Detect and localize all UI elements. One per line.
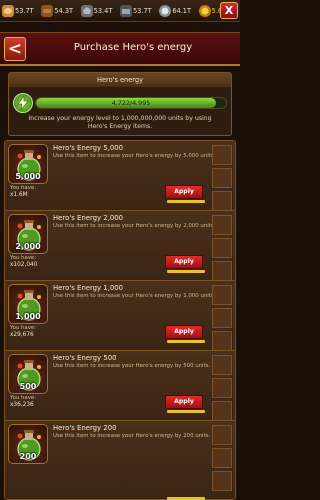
quantity-slot (212, 378, 232, 398)
page-title: Purchase Hero's energy (73, 42, 193, 53)
item-amount: 5,000 (15, 172, 41, 181)
item-have-count: x36,236 (10, 402, 34, 408)
resource-silver-value: 64.1T (172, 6, 192, 15)
resource-food-value: 53.7T (15, 6, 34, 15)
apply-underline (167, 200, 205, 203)
item-amount: 200 (19, 452, 37, 461)
energy-panel: Hero's energy 4,722/4,995 Increase your … (8, 72, 232, 136)
item-row: 5,000 Hero's Energy 5,000 Use this item … (4, 140, 236, 214)
item-amount: 2,000 (15, 242, 41, 251)
quantity-slot (212, 308, 232, 328)
food-icon (2, 4, 14, 17)
apply-button[interactable]: Apply (165, 325, 203, 339)
quantity-slot (212, 215, 232, 235)
quantity-slot (212, 261, 232, 281)
energy-potion-icon: 500 (8, 354, 48, 394)
wood-icon (41, 4, 54, 17)
silver-icon (159, 4, 172, 17)
quantity-slot (212, 355, 232, 375)
resource-wood-value: 54.3T (54, 6, 74, 15)
back-button[interactable]: < (4, 37, 26, 61)
item-name: Hero's Energy 200 (53, 424, 117, 432)
resource-bar: 53.7T 54.3T 53.4T 53.7T 64.1T 5.6B X (0, 0, 240, 22)
item-have-label: You have: (10, 255, 37, 261)
energy-potion-icon: 1,000 (8, 284, 48, 324)
quantity-slot (212, 331, 232, 351)
apply-button[interactable]: Apply (165, 185, 203, 199)
energy-potion-icon: 5,000 (8, 144, 48, 184)
item-amount: 1,000 (15, 312, 41, 321)
apply-underline (167, 340, 205, 343)
energy-heading: Hero's energy (9, 73, 231, 87)
resource-food[interactable]: 53.7T (2, 3, 39, 19)
quantity-slot (212, 145, 232, 165)
stone-icon (80, 4, 93, 17)
item-row: 2,000 Hero's Energy 2,000 Use this item … (4, 210, 236, 284)
item-have-count: x29,676 (10, 332, 34, 338)
quantity-slot (212, 285, 232, 305)
item-have-label: You have: (10, 185, 37, 191)
item-row: 1,000 Hero's Energy 1,000 Use this item … (4, 280, 236, 354)
item-have-label: You have: (10, 325, 37, 331)
iron-icon (119, 4, 132, 17)
energy-progress-bar: 4,722/4,995 (35, 97, 227, 109)
quantity-slot (212, 238, 232, 258)
resource-iron-value: 53.7T (132, 6, 152, 15)
apply-button[interactable]: Apply (165, 255, 203, 269)
item-amount: 500 (19, 382, 37, 391)
item-row: 200 Hero's Energy 200 Use this item to i… (4, 420, 236, 500)
close-button[interactable]: X (220, 2, 238, 19)
item-have-count: x102,040 (10, 262, 38, 268)
item-name: Hero's Energy 500 (53, 354, 117, 362)
quantity-slot (212, 448, 232, 468)
apply-underline (167, 270, 205, 273)
quantity-slot (212, 168, 232, 188)
item-description: Use this item to increase your Hero's en… (53, 363, 211, 369)
item-description: Use this item to increase your Hero's en… (53, 223, 216, 229)
quantity-slot (212, 471, 232, 491)
gold-icon (198, 4, 211, 17)
quantity-slot (212, 425, 232, 445)
apply-underline (167, 410, 205, 413)
title-bar: < Purchase Hero's energy (0, 32, 240, 66)
energy-progress-text: 4,722/4,995 (111, 99, 151, 107)
energy-potion-icon: 200 (8, 424, 48, 464)
resource-silver[interactable]: 64.1T (159, 3, 196, 19)
quantity-slot (212, 401, 232, 421)
item-description: Use this item to increase your Hero's en… (53, 153, 216, 159)
item-name: Hero's Energy 2,000 (53, 214, 124, 222)
item-name: Hero's Energy 5,000 (53, 144, 124, 152)
quantity-slot (212, 191, 232, 211)
energy-description: Increase your energy level to 1,000,000,… (28, 115, 212, 130)
resource-stone-value: 53.4T (93, 6, 113, 15)
item-name: Hero's Energy 1,000 (53, 284, 124, 292)
item-have-count: x1.6M (10, 192, 28, 198)
item-description: Use this item to increase your Hero's en… (53, 433, 211, 439)
item-description: Use this item to increase your Hero's en… (53, 293, 216, 299)
item-row: 500 Hero's Energy 500 Use this item to i… (4, 350, 236, 424)
resource-iron[interactable]: 53.7T (119, 3, 157, 19)
resource-wood[interactable]: 54.3T (41, 3, 78, 19)
item-have-label: You have: (10, 395, 37, 401)
energy-potion-icon: 2,000 (8, 214, 48, 254)
resource-stone[interactable]: 53.4T (80, 3, 118, 19)
lightning-icon (13, 93, 33, 113)
apply-button[interactable]: Apply (165, 395, 203, 409)
